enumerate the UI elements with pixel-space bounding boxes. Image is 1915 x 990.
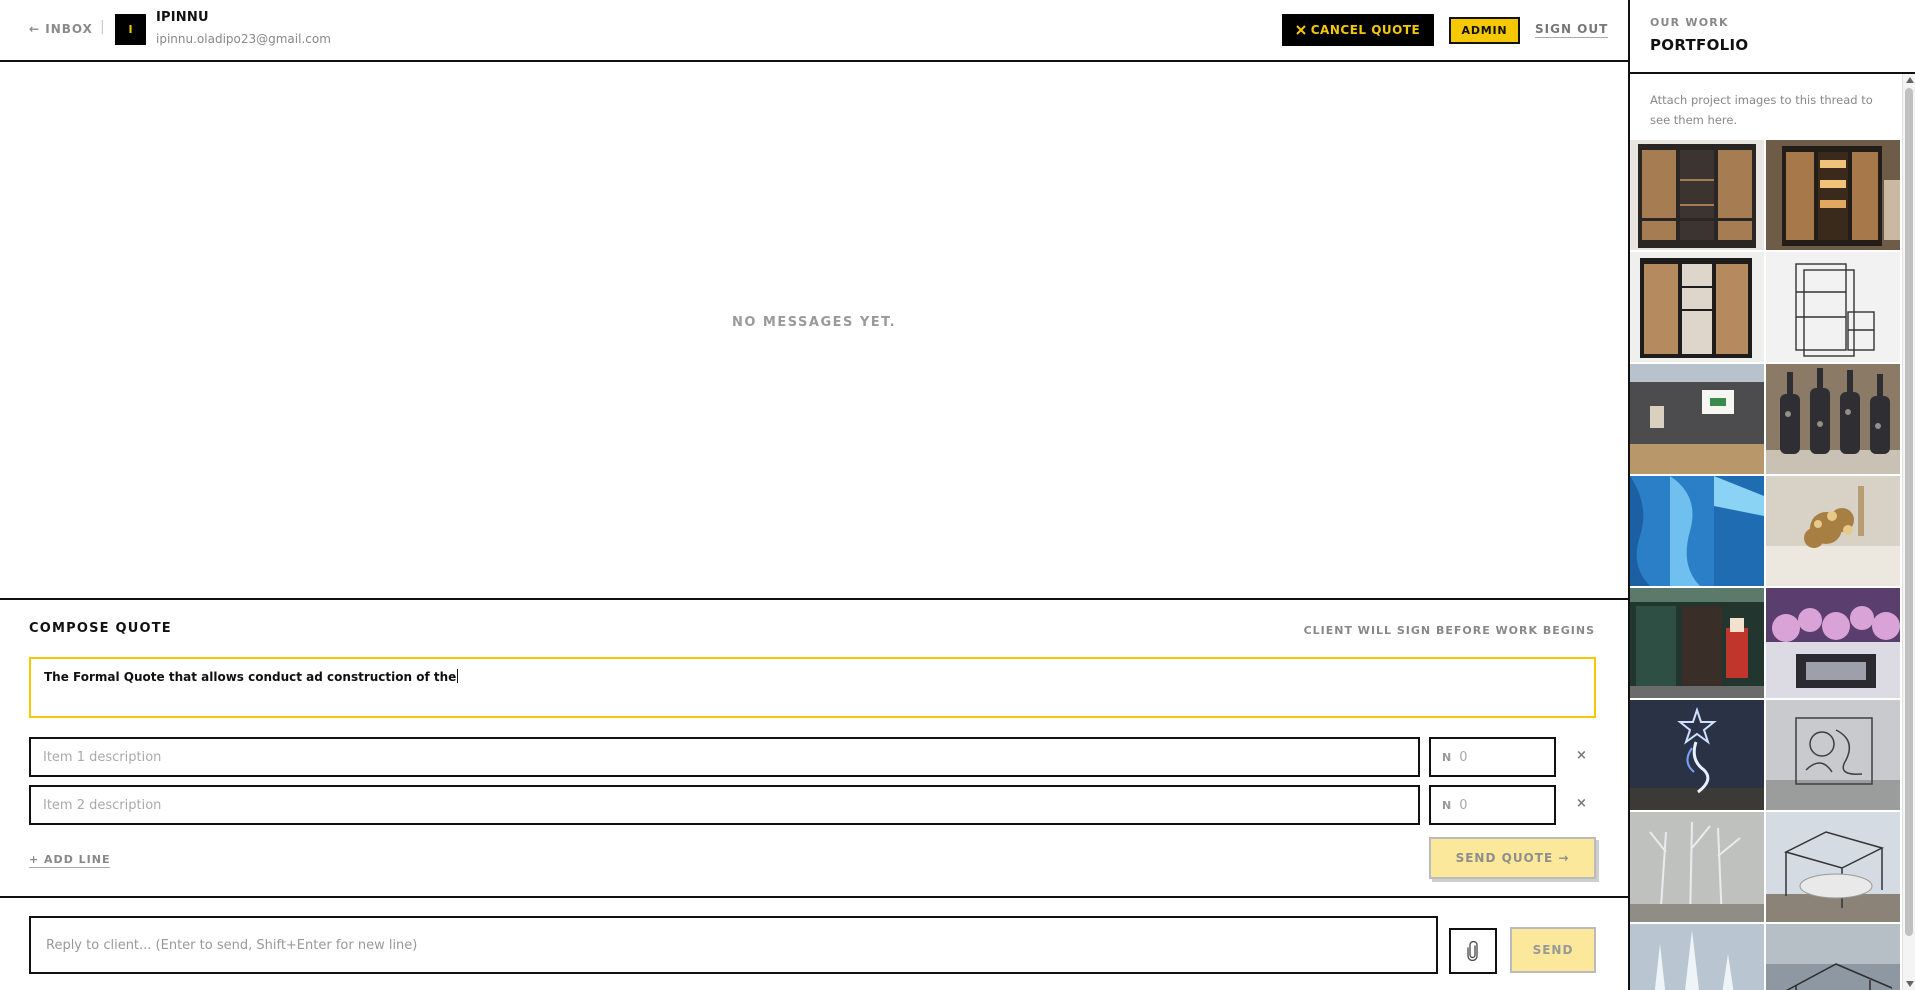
portfolio-eyebrow: OUR WORK (1650, 16, 1729, 29)
line-item-row: Item 2 description N 0 × (29, 785, 1629, 825)
add-line-button[interactable]: + ADD LINE (29, 853, 111, 868)
back-to-inbox-link[interactable]: ← INBOX (29, 22, 93, 36)
portfolio-thumbnail[interactable] (1766, 924, 1900, 990)
avatar-initial: I (128, 23, 133, 36)
send-button[interactable]: SEND (1510, 927, 1596, 973)
close-icon (1296, 25, 1306, 35)
item-price-input[interactable]: N 0 (1429, 737, 1556, 777)
conversation-panel: ← INBOX | I IPINNU ipinnu.oladipo23@gmai… (0, 0, 1630, 990)
item-description-input[interactable]: Item 1 description (29, 737, 1420, 777)
empty-messages-text: NO MESSAGES YET. (731, 315, 897, 330)
portfolio-thumbnail[interactable] (1630, 476, 1764, 586)
item-price-input[interactable]: N 0 (1429, 785, 1556, 825)
item-price-placeholder: 0 (1459, 797, 1468, 813)
send-quote-button[interactable]: SEND QUOTE → (1429, 837, 1596, 879)
text-caret (457, 669, 459, 683)
paperclip-icon (1467, 941, 1478, 961)
portfolio-thumbnail[interactable] (1630, 588, 1764, 698)
currency-symbol: N (1442, 798, 1452, 812)
item-price-placeholder: 0 (1459, 749, 1468, 765)
client-name: IPINNU (156, 10, 209, 25)
remove-item-button[interactable]: × (1576, 796, 1587, 811)
cancel-quote-button[interactable]: CANCEL QUOTE (1282, 14, 1434, 46)
line-item-row: Item 1 description N 0 × (29, 737, 1629, 777)
send-quote-label: SEND QUOTE → (1455, 851, 1570, 865)
client-avatar: I (115, 14, 146, 45)
client-email: ipinnu.oladipo23@gmail.com (156, 32, 331, 46)
scroll-down-arrow-icon[interactable] (1906, 981, 1914, 987)
portfolio-thumbnail[interactable] (1630, 140, 1764, 250)
portfolio-thumbnail[interactable] (1766, 700, 1900, 810)
portfolio-thumbnail[interactable] (1630, 364, 1764, 474)
scrollbar-thumb[interactable] (1905, 88, 1913, 936)
scroll-up-arrow-icon[interactable] (1906, 77, 1914, 83)
reply-placeholder: Reply to client... (Enter to send, Shift… (46, 937, 418, 953)
send-label: SEND (1532, 943, 1574, 957)
currency-symbol: N (1442, 750, 1452, 764)
thread-header: ← INBOX | I IPINNU ipinnu.oladipo23@gmai… (0, 0, 1628, 62)
portfolio-header: OUR WORK PORTFOLIO (1630, 0, 1915, 74)
portfolio-sidebar: OUR WORK PORTFOLIO Attach project images… (1630, 0, 1915, 990)
remove-item-button[interactable]: × (1576, 748, 1587, 763)
portfolio-thumbnail[interactable] (1630, 812, 1764, 922)
header-separator: | (100, 19, 105, 35)
quote-title-text: The Formal Quote that allows conduct ad … (44, 670, 457, 684)
portfolio-scrollbar[interactable] (1902, 74, 1915, 990)
reply-input[interactable]: Reply to client... (Enter to send, Shift… (29, 916, 1438, 974)
sign-out-link[interactable]: SIGN OUT (1535, 22, 1609, 38)
item-description-placeholder: Item 1 description (43, 749, 162, 765)
portfolio-thumbnail[interactable] (1766, 364, 1900, 474)
compose-quote-panel: COMPOSE QUOTE CLIENT WILL SIGN BEFORE WO… (0, 598, 1628, 898)
quote-title-input[interactable]: The Formal Quote that allows conduct ad … (29, 657, 1596, 718)
portfolio-thumbnail[interactable] (1766, 252, 1900, 362)
item-description-placeholder: Item 2 description (43, 797, 162, 813)
portfolio-thumbnail[interactable] (1766, 140, 1900, 250)
portfolio-thumbnail[interactable] (1766, 476, 1900, 586)
portfolio-hint: Attach project images to this thread to … (1650, 93, 1873, 127)
portfolio-thumbnail[interactable] (1630, 252, 1764, 362)
message-list: NO MESSAGES YET. (0, 62, 1628, 598)
portfolio-thumbnail[interactable] (1630, 924, 1764, 990)
portfolio-thumbnail[interactable] (1766, 812, 1900, 922)
admin-button[interactable]: ADMIN (1449, 17, 1520, 44)
portfolio-title: PORTFOLIO (1650, 36, 1749, 54)
attach-button[interactable] (1449, 928, 1497, 974)
compose-quote-title: COMPOSE QUOTE (29, 621, 172, 636)
portfolio-thumbnail[interactable] (1630, 700, 1764, 810)
admin-label: ADMIN (1461, 24, 1508, 37)
client-sign-note: CLIENT WILL SIGN BEFORE WORK BEGINS (1303, 624, 1595, 637)
item-description-input[interactable]: Item 2 description (29, 785, 1420, 825)
reply-bar: Reply to client... (Enter to send, Shift… (0, 900, 1628, 990)
cancel-quote-label: CANCEL QUOTE (1310, 23, 1421, 37)
portfolio-gallery (1630, 140, 1902, 990)
portfolio-thumbnail[interactable] (1766, 588, 1900, 698)
